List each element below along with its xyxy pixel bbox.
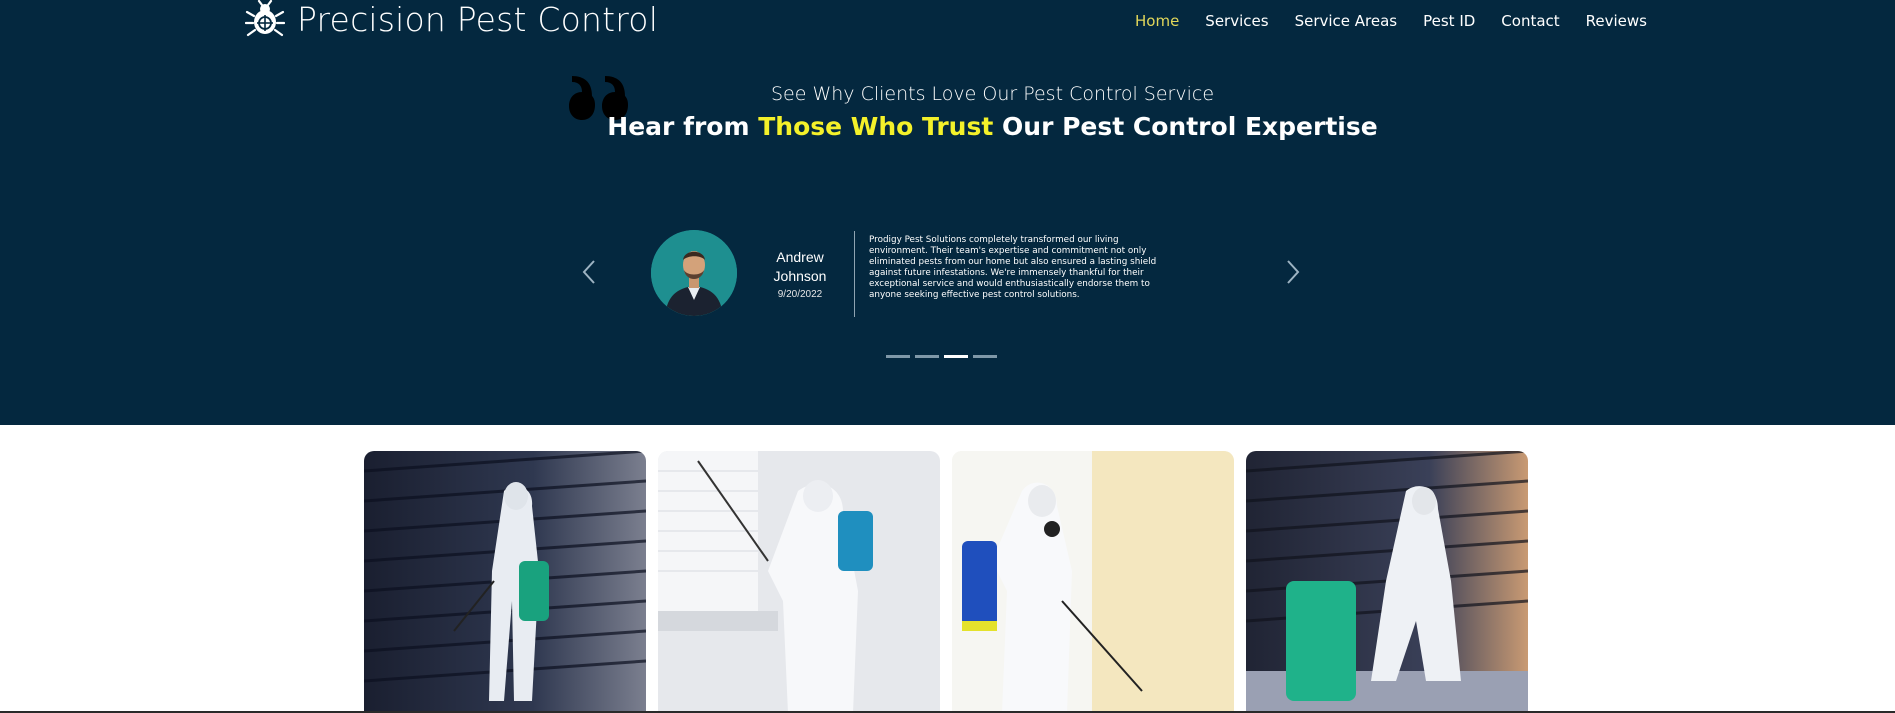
nav-pest-id[interactable]: Pest ID xyxy=(1423,12,1475,30)
reviewer-avatar xyxy=(651,230,737,316)
carousel-dot-2[interactable] xyxy=(915,355,939,358)
testimonials-hero: Precision Pest Control Home Services Ser… xyxy=(0,0,1895,425)
reviewer-info: Andrew Johnson 9/20/2022 xyxy=(760,248,840,300)
gallery-photo-4[interactable] xyxy=(1246,451,1528,713)
gallery-image xyxy=(952,451,1234,713)
testimonials-heading: Hear from Those Who Trust Our Pest Contr… xyxy=(0,112,1895,141)
nav-contact[interactable]: Contact xyxy=(1501,12,1559,30)
gallery-image xyxy=(658,451,940,713)
review-date: 9/20/2022 xyxy=(777,289,823,300)
bug-crosshair-icon xyxy=(245,0,285,37)
carousel-dot-3[interactable] xyxy=(944,355,968,358)
carousel-dot-4[interactable] xyxy=(973,355,997,358)
gallery-photo-3[interactable] xyxy=(952,451,1234,713)
testimonials-subheading: See Why Clients Love Our Pest Control Se… xyxy=(770,83,1215,105)
next-arrow-icon[interactable] xyxy=(1280,258,1304,286)
prev-arrow-icon[interactable] xyxy=(578,258,602,286)
main-nav: Home Services Service Areas Pest ID Cont… xyxy=(1135,12,1647,30)
heading-end: Our Pest Control Expertise xyxy=(993,112,1378,141)
nav-service-areas[interactable]: Service Areas xyxy=(1295,12,1398,30)
review-divider xyxy=(854,231,855,317)
brand-name: Precision Pest Control xyxy=(297,0,659,39)
reviewer-first-name: Andrew xyxy=(776,249,824,265)
brand-logo[interactable]: Precision Pest Control xyxy=(245,0,658,40)
heading-highlight: Those Who Trust xyxy=(758,112,994,141)
gallery-photo-2[interactable] xyxy=(658,451,940,713)
reviewer-photo xyxy=(651,230,737,316)
reviewer-last-name: Johnson xyxy=(773,268,827,284)
carousel-indicators xyxy=(886,355,997,358)
carousel-dot-1[interactable] xyxy=(886,355,910,358)
gallery-photo-1[interactable] xyxy=(364,451,646,713)
nav-home[interactable]: Home xyxy=(1135,12,1179,30)
heading-start: Hear from xyxy=(607,112,759,141)
nav-services[interactable]: Services xyxy=(1205,12,1268,30)
gallery-image xyxy=(1246,451,1528,713)
review-text: Prodigy Pest Solutions completely transf… xyxy=(869,235,1157,300)
gallery-image xyxy=(364,451,646,713)
nav-reviews[interactable]: Reviews xyxy=(1586,12,1647,30)
